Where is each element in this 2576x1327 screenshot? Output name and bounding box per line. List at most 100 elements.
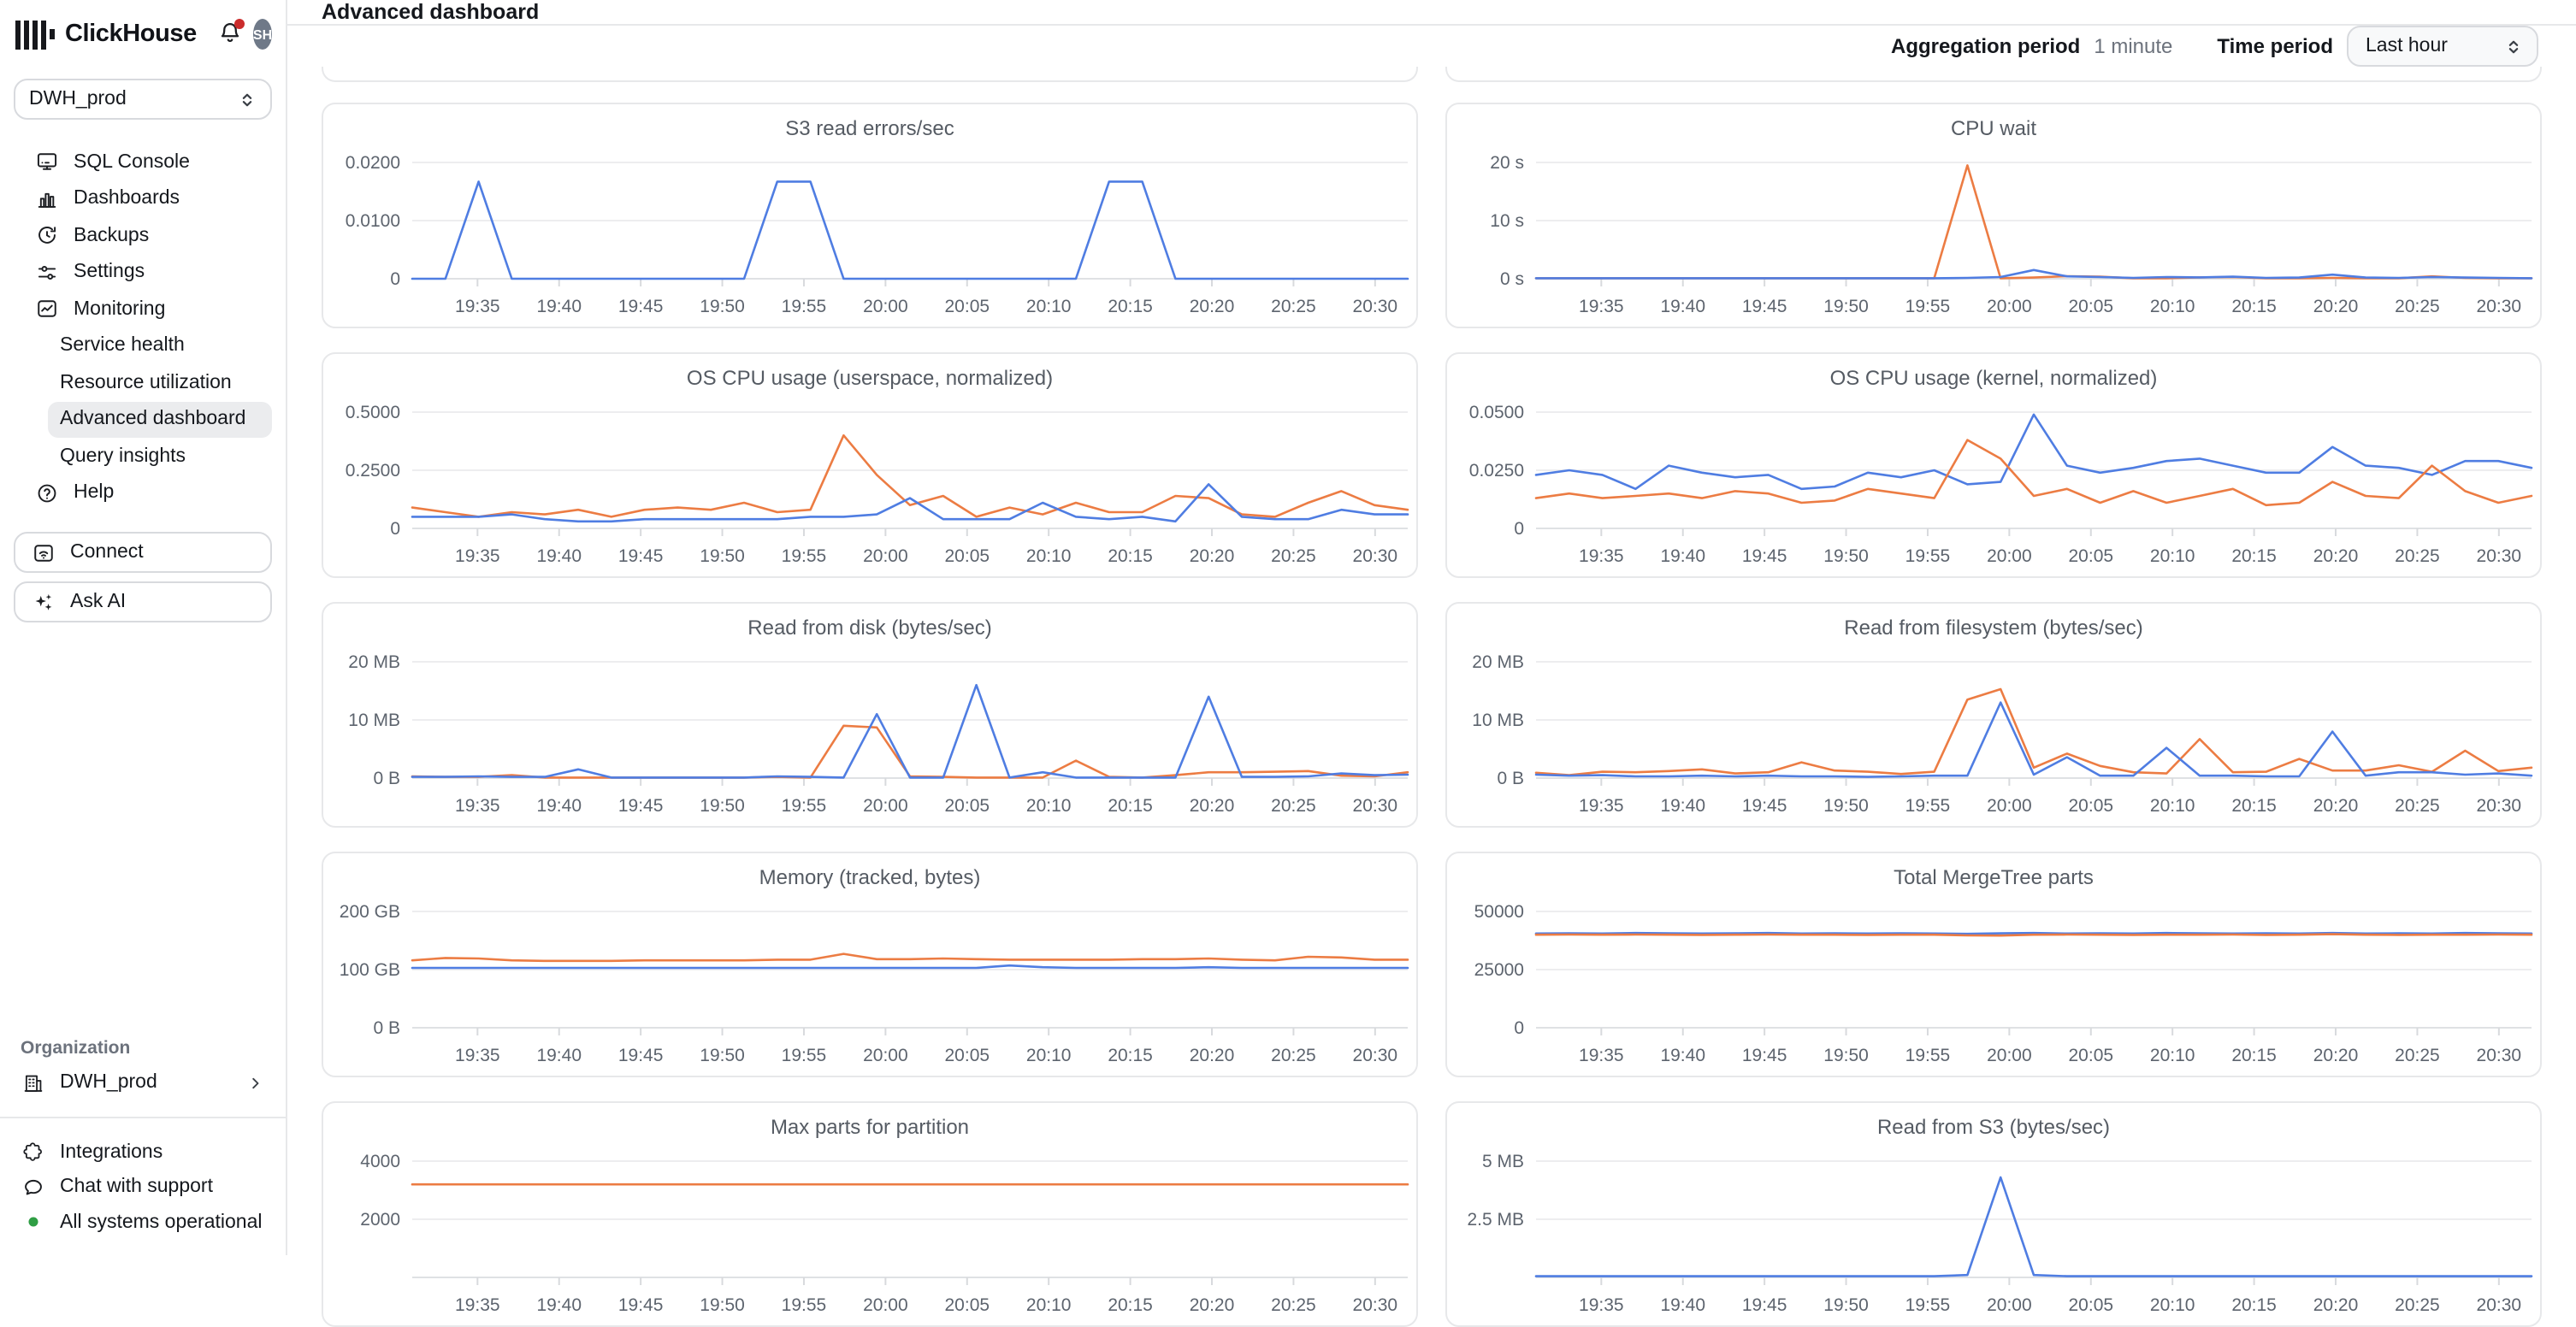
app: ClickHouse SH DWH_prod SQL ConsoleDashbo…	[0, 0, 2576, 1255]
x-axis-label: 19:55	[782, 297, 827, 316]
x-axis-label: 20:00	[1987, 297, 2032, 316]
x-axis-label: 20:10	[2150, 297, 2195, 316]
sidebar-item-resource-utilization[interactable]: Resource utilization	[48, 364, 272, 401]
chart-series-line	[412, 435, 1408, 516]
sidebar-item-query-insights[interactable]: Query insights	[48, 438, 272, 475]
x-axis-label: 19:40	[1660, 297, 1705, 316]
sidebar-item-service-health[interactable]: Service health	[48, 327, 272, 364]
sidebar-footer-item-integrations[interactable]: Integrations	[0, 1135, 286, 1170]
x-axis-label: 20:10	[1026, 1295, 1072, 1315]
cutoff-chart-card	[322, 67, 1418, 82]
sidebar-bottom: Organization DWH_prod Integrations Chat w…	[0, 1038, 286, 1255]
chart-card-max-parts-for-partition: Max parts for partition4000200019:3519:4…	[322, 1101, 1418, 1327]
cutoff-chart-card	[1445, 67, 2542, 82]
sidebar-footer-item-chat-with-support[interactable]: Chat with support	[0, 1170, 286, 1205]
chart-card-memory-tracked-bytes: Memory (tracked, bytes)200 GB100 GB0 B19…	[322, 852, 1418, 1077]
x-axis-label: 20:25	[1271, 546, 1316, 566]
status-dot-icon	[22, 1212, 44, 1234]
x-axis-label: 20:15	[2231, 796, 2277, 816]
x-axis-label: 19:40	[1660, 796, 1705, 816]
sidebar-item-label: SQL Console	[74, 152, 190, 173]
chart-series-line	[412, 954, 1408, 961]
avatar[interactable]: SH	[253, 19, 272, 50]
x-axis-label: 19:50	[1823, 796, 1869, 816]
y-axis-label: 0	[390, 269, 400, 289]
x-axis-label: 20:20	[1190, 1295, 1235, 1315]
dashboards-icon	[36, 188, 58, 210]
chart-series-line	[1536, 689, 2532, 776]
x-axis-label: 19:45	[1742, 796, 1787, 816]
time-period-select[interactable]: Last hour	[2347, 26, 2538, 67]
x-axis-label: 20:25	[2395, 1295, 2440, 1315]
x-axis-label: 20:30	[1353, 297, 1398, 316]
y-axis-label: 0	[1514, 519, 1524, 539]
organization-caption: Organization	[0, 1038, 286, 1065]
sidebar-item-help[interactable]: Help	[14, 475, 272, 511]
x-axis-label: 20:15	[2231, 1295, 2277, 1315]
x-axis-label: 19:55	[1905, 297, 1951, 316]
y-axis-label: 10 MB	[1472, 711, 1524, 730]
sidebar-item-backups[interactable]: Backups	[14, 217, 272, 254]
x-axis-label: 20:15	[1108, 1295, 1153, 1315]
sidebar-item-monitoring[interactable]: Monitoring	[14, 291, 272, 327]
y-axis-label: 0.2500	[346, 461, 400, 481]
ask-ai-button[interactable]: Ask AI	[14, 581, 272, 622]
x-axis-label: 19:50	[700, 1046, 745, 1065]
settings-icon	[36, 262, 58, 284]
y-axis-label: 200 GB	[340, 902, 400, 922]
footer-item-label: Chat with support	[60, 1177, 213, 1198]
aggregation-period-label: Aggregation period	[1891, 34, 2080, 58]
service-selector-value: DWH_prod	[29, 89, 127, 109]
x-axis-label: 20:00	[863, 1295, 908, 1315]
chart-card-os-cpu-usage-kernel-normalized: OS CPU usage (kernel, normalized)0.05000…	[1445, 352, 2542, 578]
y-axis-label: 0 B	[373, 769, 400, 788]
x-axis-label: 20:15	[2231, 297, 2277, 316]
x-axis-label: 19:50	[1823, 546, 1869, 566]
notifications-bell-icon[interactable]	[217, 21, 243, 48]
x-axis-label: 19:35	[455, 1295, 500, 1315]
page-title: Advanced dashboard	[322, 0, 539, 24]
aggregation-period-value: 1 minute	[2094, 34, 2172, 58]
connect-button[interactable]: Connect	[14, 532, 272, 573]
x-axis-label: 20:30	[1353, 546, 1398, 566]
y-axis-label: 0.0500	[1469, 403, 1524, 422]
sidebar-item-dashboards[interactable]: Dashboards	[14, 180, 272, 217]
x-axis-label: 20:10	[2150, 546, 2195, 566]
x-axis-label: 19:50	[700, 796, 745, 816]
chevron-right-icon	[246, 1074, 265, 1093]
chart-card-cpu-wait: CPU wait20 s10 s0 s19:3519:4019:4519:501…	[1445, 103, 2542, 328]
sidebar-item-settings[interactable]: Settings	[14, 254, 272, 291]
service-selector[interactable]: DWH_prod	[14, 79, 272, 120]
sidebar-item-sql-console[interactable]: SQL Console	[14, 144, 272, 180]
x-axis-label: 19:45	[618, 297, 664, 316]
x-axis-label: 19:35	[455, 796, 500, 816]
x-axis-label: 19:50	[700, 1295, 745, 1315]
sidebar-footer-item-all-systems-operational[interactable]: All systems operational	[0, 1205, 286, 1240]
x-axis-label: 20:05	[945, 1046, 990, 1065]
x-axis-label: 20:00	[1987, 796, 2032, 816]
sidebar-item-advanced-dashboard[interactable]: Advanced dashboard	[48, 401, 272, 438]
main-area: Advanced dashboard Aggregation period 1 …	[287, 0, 2576, 1255]
chart-title: Max parts for partition	[323, 1115, 1416, 1139]
x-axis-label: 19:55	[782, 546, 827, 566]
x-axis-label: 19:45	[1742, 1295, 1787, 1315]
x-axis-label: 19:35	[455, 1046, 500, 1065]
x-axis-label: 20:30	[2477, 297, 2522, 316]
x-axis-label: 20:10	[1026, 297, 1072, 316]
x-axis-label: 20:00	[1987, 1295, 2032, 1315]
sidebar: ClickHouse SH DWH_prod SQL ConsoleDashbo…	[0, 0, 287, 1255]
x-axis-label: 19:55	[1905, 546, 1951, 566]
x-axis-label: 20:00	[863, 297, 908, 316]
y-axis-label: 0 B	[373, 1018, 400, 1038]
sidebar-item-label: Resource utilization	[60, 373, 232, 393]
organization-item[interactable]: DWH_prod	[0, 1065, 286, 1100]
x-axis-label: 20:15	[1108, 297, 1153, 316]
y-axis-label: 25000	[1474, 960, 1524, 980]
x-axis-label: 19:40	[1660, 546, 1705, 566]
chart-card-read-from-disk-bytes-sec: Read from disk (bytes/sec)20 MB10 MB0 B1…	[322, 602, 1418, 828]
organization-name: DWH_prod	[60, 1073, 157, 1094]
x-axis-label: 20:05	[2069, 1046, 2114, 1065]
x-axis-label: 20:20	[1190, 546, 1235, 566]
x-axis-label: 20:15	[2231, 1046, 2277, 1065]
y-axis-label: 0	[1514, 1018, 1524, 1038]
